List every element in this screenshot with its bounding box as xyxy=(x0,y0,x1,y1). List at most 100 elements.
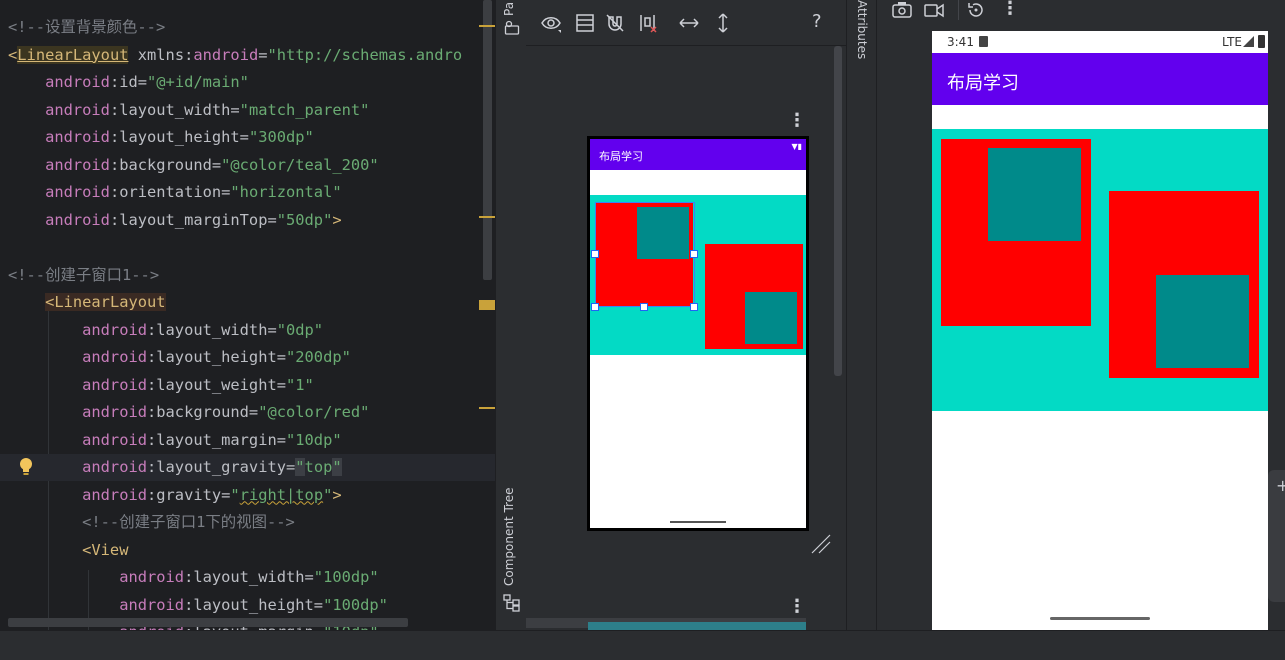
design-preview-device[interactable]: 布局学习 ▼▮ xyxy=(587,136,809,531)
code-token: :layout_height= xyxy=(109,128,249,146)
video-record-icon[interactable] xyxy=(923,0,945,20)
code-line[interactable]: android:layout_width="0dp" xyxy=(0,317,495,344)
zoom-in-icon[interactable]: + xyxy=(1276,476,1285,495)
vertical-arrow-icon[interactable] xyxy=(712,12,734,34)
status-bottom-bar xyxy=(0,630,1285,660)
code-line[interactable]: android:layout_width="match_parent" xyxy=(0,97,495,124)
code-token: "http://schemas.andro xyxy=(267,45,463,64)
more-options-icon-blueprint[interactable]: ⋮ xyxy=(788,598,806,616)
code-token: android xyxy=(8,403,147,421)
component-tree-tab[interactable]: Component Tree xyxy=(502,488,516,586)
code-token: android xyxy=(8,210,110,229)
resize-handle-bottom[interactable] xyxy=(640,303,648,311)
palette-icon[interactable] xyxy=(504,20,520,36)
device-resize-icon[interactable] xyxy=(810,533,832,555)
gutter-marker[interactable] xyxy=(479,25,495,27)
code-line[interactable]: android:layout_width="100dp" xyxy=(0,564,495,591)
gutter-marker-current[interactable] xyxy=(479,300,495,310)
code-line[interactable]: android:layout_height="100dp" xyxy=(0,592,495,619)
code-line[interactable]: android:background="@color/teal_200" xyxy=(0,152,495,179)
selection-outline xyxy=(595,202,695,307)
code-line[interactable]: android:layout_gravity="top" xyxy=(0,454,495,481)
resize-handle-right[interactable] xyxy=(690,250,698,258)
resize-handle-bottom-left[interactable] xyxy=(591,303,599,311)
code-line[interactable]: <LinearLayout xmlns:android="http://sche… xyxy=(0,42,495,69)
code-token: android xyxy=(8,73,110,91)
code-token: " xyxy=(323,485,333,504)
design-vertical-scrollbar[interactable] xyxy=(834,46,842,376)
code-token: android xyxy=(8,128,110,146)
code-line[interactable]: android:gravity="right|top"> xyxy=(0,482,495,509)
code-line[interactable]: <!--创建子窗口1下的视图--> xyxy=(0,509,495,536)
resize-handle-left[interactable] xyxy=(591,250,599,258)
code-line[interactable]: android:layout_height="300dp" xyxy=(0,124,495,151)
code-line[interactable]: android:layout_margin="10dp" xyxy=(0,427,495,454)
more-options-icon-emulator[interactable]: ⋮ xyxy=(1001,0,1019,18)
code-line[interactable]: android:background="@color/red" xyxy=(0,399,495,426)
code-token: "100dp" xyxy=(313,568,379,586)
code-editor[interactable]: <!--设置背景颜色--> <LinearLayout xmlns:android… xyxy=(0,0,495,630)
eye-icon[interactable] xyxy=(540,12,562,34)
reset-icon[interactable] xyxy=(965,0,987,20)
preview-child-window-2[interactable] xyxy=(705,244,803,349)
code-token: :layout_height= xyxy=(184,595,324,614)
preview-status-icons: ▼▮ xyxy=(791,142,802,151)
child-window-1[interactable] xyxy=(941,139,1091,326)
battery-icon xyxy=(1258,35,1265,48)
gutter-marker[interactable] xyxy=(479,407,495,409)
outer-linearlayout[interactable] xyxy=(932,129,1268,411)
code-line[interactable]: android:layout_marginTop="50dp"> xyxy=(0,207,495,234)
lightbulb-icon[interactable] xyxy=(18,457,34,477)
more-options-icon[interactable]: ⋮ xyxy=(788,112,806,130)
child-2-view[interactable] xyxy=(1156,275,1249,368)
layout-icon[interactable] xyxy=(574,12,596,34)
editor-horizontal-scrollbar[interactable] xyxy=(8,618,408,627)
code-token: <!--创建子窗口1--> xyxy=(8,265,160,284)
magnet-off-icon[interactable] xyxy=(604,12,626,34)
code-token: android xyxy=(8,320,147,339)
constraint-icon[interactable] xyxy=(637,12,659,34)
gesture-nav-handle[interactable] xyxy=(1050,617,1150,620)
code-line[interactable]: android:layout_weight="1" xyxy=(0,372,495,399)
camera-icon[interactable] xyxy=(891,0,913,20)
preview-child-2-view[interactable] xyxy=(745,292,797,344)
child-1-view[interactable] xyxy=(988,148,1081,241)
app-bar: 布局学习 xyxy=(932,53,1268,105)
code-line[interactable]: <!--创建子窗口1--> xyxy=(0,262,495,289)
code-line[interactable]: android:orientation="horizontal" xyxy=(0,179,495,206)
code-line[interactable]: <!--设置背景颜色--> xyxy=(0,14,495,41)
horizontal-arrow-icon[interactable] xyxy=(678,12,700,34)
code-token: "200dp" xyxy=(286,348,351,366)
attributes-tab[interactable]: Attributes xyxy=(855,0,869,59)
resize-handle-bottom-right[interactable] xyxy=(690,303,698,311)
gutter-marker[interactable] xyxy=(479,216,495,218)
help-button[interactable]: ? xyxy=(812,11,822,32)
code-token: android xyxy=(8,430,147,449)
blueprint-preview-peek xyxy=(588,622,806,630)
code-line[interactable]: <View xyxy=(0,537,495,564)
code-token: "100dp" xyxy=(323,595,388,614)
code-token: <!--创建子窗口1下的视图--> xyxy=(8,513,295,531)
code-token: " xyxy=(230,485,240,504)
code-line[interactable]: <LinearLayout xyxy=(0,289,495,316)
code-line[interactable] xyxy=(0,234,495,261)
emulator-side-controls[interactable]: + xyxy=(1268,470,1285,602)
component-tree-icon[interactable] xyxy=(503,594,521,612)
code-token: :id= xyxy=(109,73,148,91)
code-token: "@color/teal_200" xyxy=(221,155,379,174)
code-token: " xyxy=(295,458,305,476)
preview-app-bar: 布局学习 ▼▮ xyxy=(590,139,806,170)
code-token: android xyxy=(8,155,110,174)
emulator-screen[interactable]: 3:41 LTE 布局学习 xyxy=(932,31,1268,630)
code-token: :layout_margin= xyxy=(147,430,286,449)
code-line[interactable]: android:id="@+id/main" xyxy=(0,69,495,96)
palette-tab[interactable]: Pa xyxy=(502,2,516,16)
child-window-2[interactable] xyxy=(1109,191,1259,378)
code-line[interactable]: android:layout_height="200dp" xyxy=(0,344,495,371)
code-token: "horizontal" xyxy=(230,183,342,201)
code-token: android xyxy=(8,568,185,586)
running-devices-panel: ⋮ 3:41 LTE 布局学习 xyxy=(877,0,1285,630)
code-token: xmlns: xyxy=(128,45,194,64)
editor-vertical-scrollbar[interactable] xyxy=(483,0,492,280)
